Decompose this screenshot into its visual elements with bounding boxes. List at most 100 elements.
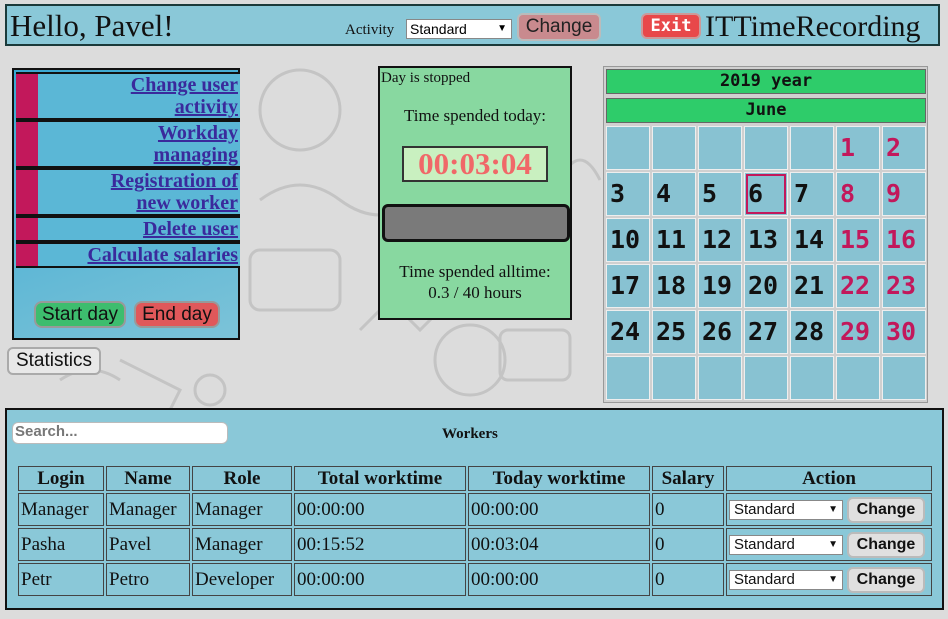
column-header-role: Role <box>192 466 292 491</box>
calendar-day[interactable]: 12 <box>698 218 742 262</box>
calendar-day[interactable]: 7 <box>790 172 834 216</box>
table-row: Pasha Pavel Manager 00:15:52 00:03:04 0 … <box>18 528 932 561</box>
activity-label: Activity <box>345 22 395 38</box>
menu-link-delete-user[interactable]: Delete user <box>143 218 238 240</box>
calendar-day[interactable]: 25 <box>652 310 696 354</box>
cell-today-worktime: 00:03:04 <box>468 528 650 561</box>
calendar-day[interactable]: 5 <box>698 172 742 216</box>
calendar-day[interactable]: 27 <box>744 310 788 354</box>
column-header-total-worktime: Total worktime <box>294 466 466 491</box>
menu-item-calculate-salaries[interactable]: Calculate salaries <box>16 242 240 268</box>
menu-link-change-user-activity[interactable]: Change user activity <box>131 74 238 118</box>
calendar-day[interactable]: 21 <box>790 264 834 308</box>
row-change-button[interactable]: Change <box>847 496 925 523</box>
calendar-day[interactable]: 30 <box>882 310 926 354</box>
search-input[interactable]: Search... <box>12 422 228 444</box>
row-activity-select[interactable]: Standard ▼ <box>729 569 843 590</box>
calendar-day[interactable]: 29 <box>836 310 880 354</box>
table-row: Manager Manager Manager 00:00:00 00:00:0… <box>18 493 932 526</box>
cell-today-worktime: 00:00:00 <box>468 563 650 596</box>
chevron-down-icon: ▼ <box>828 573 838 585</box>
calendar-day[interactable]: 23 <box>882 264 926 308</box>
cell-name: Manager <box>106 493 190 526</box>
calendar-day[interactable]: 18 <box>652 264 696 308</box>
cell-login: Pasha <box>18 528 104 561</box>
exit-button[interactable]: Exit <box>641 13 701 39</box>
app-title: ITTimeRecording <box>705 10 921 43</box>
chevron-down-icon: ▼ <box>828 503 838 515</box>
menu-item-marker <box>16 170 38 214</box>
menu-link-registration[interactable]: Registration of new worker <box>111 170 238 214</box>
activity-select[interactable]: Standard ▼ <box>406 19 512 39</box>
menu-link-line: Workday <box>157 122 238 144</box>
cell-action: Standard ▼ Change <box>726 528 932 561</box>
calendar: 2019 year June 1 2 3 4 5 6 7 8 9 10 11 12 13 14 15 16 17… <box>603 66 928 403</box>
cell-today-worktime: 00:00:00 <box>468 493 650 526</box>
calendar-day[interactable]: 28 <box>790 310 834 354</box>
column-header-name: Name <box>106 466 190 491</box>
alltime-label: Time spended alltime: <box>399 262 551 281</box>
calendar-day[interactable]: 1 <box>836 126 880 170</box>
calendar-empty-cell <box>744 126 788 170</box>
calendar-day[interactable]: 17 <box>606 264 650 308</box>
calendar-day[interactable]: 10 <box>606 218 650 262</box>
menu-item-registration[interactable]: Registration of new worker <box>16 168 240 216</box>
top-bar: Hello, Pavel! Activity Standard ▼ Change … <box>5 4 940 46</box>
row-activity-select[interactable]: Standard ▼ <box>729 534 843 555</box>
workday-progress-bar <box>382 204 570 242</box>
chevron-down-icon: ▼ <box>497 23 507 34</box>
admin-menu: Change user activity Workday managing Regi… <box>12 68 240 340</box>
calendar-year: 2019 year <box>606 69 926 94</box>
calendar-day[interactable]: 19 <box>698 264 742 308</box>
start-day-button[interactable]: Start day <box>34 301 126 328</box>
calendar-empty-cell <box>652 126 696 170</box>
cell-total-worktime: 00:15:52 <box>294 528 466 561</box>
calendar-day[interactable]: 15 <box>836 218 880 262</box>
cell-login: Manager <box>18 493 104 526</box>
row-activity-select[interactable]: Standard ▼ <box>729 499 843 520</box>
today-time-clock: 00:03:04 <box>402 146 548 182</box>
calendar-day[interactable]: 26 <box>698 310 742 354</box>
calendar-day[interactable]: 16 <box>882 218 926 262</box>
cell-salary: 0 <box>652 493 724 526</box>
calendar-day[interactable]: 11 <box>652 218 696 262</box>
timer-panel: Day is stopped Time spended today: 00:03… <box>378 66 572 320</box>
cell-total-worktime: 00:00:00 <box>294 493 466 526</box>
menu-item-marker <box>16 244 38 266</box>
day-status: Day is stopped <box>381 70 471 86</box>
column-header-salary: Salary <box>652 466 724 491</box>
calendar-day[interactable]: 22 <box>836 264 880 308</box>
calendar-day[interactable]: 8 <box>836 172 880 216</box>
calendar-day[interactable]: 24 <box>606 310 650 354</box>
cell-action: Standard ▼ Change <box>726 563 932 596</box>
statistics-button[interactable]: Statistics <box>7 347 101 375</box>
end-day-button[interactable]: End day <box>134 301 220 328</box>
row-activity-value: Standard <box>734 500 795 518</box>
menu-link-workday-managing[interactable]: Workday managing <box>154 122 238 166</box>
calendar-day[interactable]: 14 <box>790 218 834 262</box>
calendar-day[interactable]: 9 <box>882 172 926 216</box>
calendar-day[interactable]: 13 <box>744 218 788 262</box>
calendar-day[interactable]: 4 <box>652 172 696 216</box>
activity-change-button[interactable]: Change <box>517 13 601 41</box>
calendar-day[interactable]: 6 <box>744 172 788 216</box>
today-time-label: Time spended today: <box>404 106 546 125</box>
calendar-month: June <box>606 98 926 123</box>
menu-link-line: new worker <box>136 192 238 214</box>
cell-total-worktime: 00:00:00 <box>294 563 466 596</box>
calendar-day[interactable]: 20 <box>744 264 788 308</box>
menu-item-delete-user[interactable]: Delete user <box>16 216 240 242</box>
menu-link-line: Change user <box>130 74 238 96</box>
menu-link-line: activity <box>174 96 238 118</box>
calendar-empty-cell <box>698 356 742 400</box>
cell-name: Pavel <box>106 528 190 561</box>
row-change-button[interactable]: Change <box>847 566 925 593</box>
cell-name: Petro <box>106 563 190 596</box>
menu-item-workday-managing[interactable]: Workday managing <box>16 120 240 168</box>
calendar-day[interactable]: 3 <box>606 172 650 216</box>
menu-link-calculate-salaries[interactable]: Calculate salaries <box>87 244 238 266</box>
alltime-value: 0.3 / 40 hours <box>428 283 522 302</box>
row-change-button[interactable]: Change <box>847 531 925 558</box>
calendar-day[interactable]: 2 <box>882 126 926 170</box>
menu-item-change-user-activity[interactable]: Change user activity <box>16 72 240 120</box>
